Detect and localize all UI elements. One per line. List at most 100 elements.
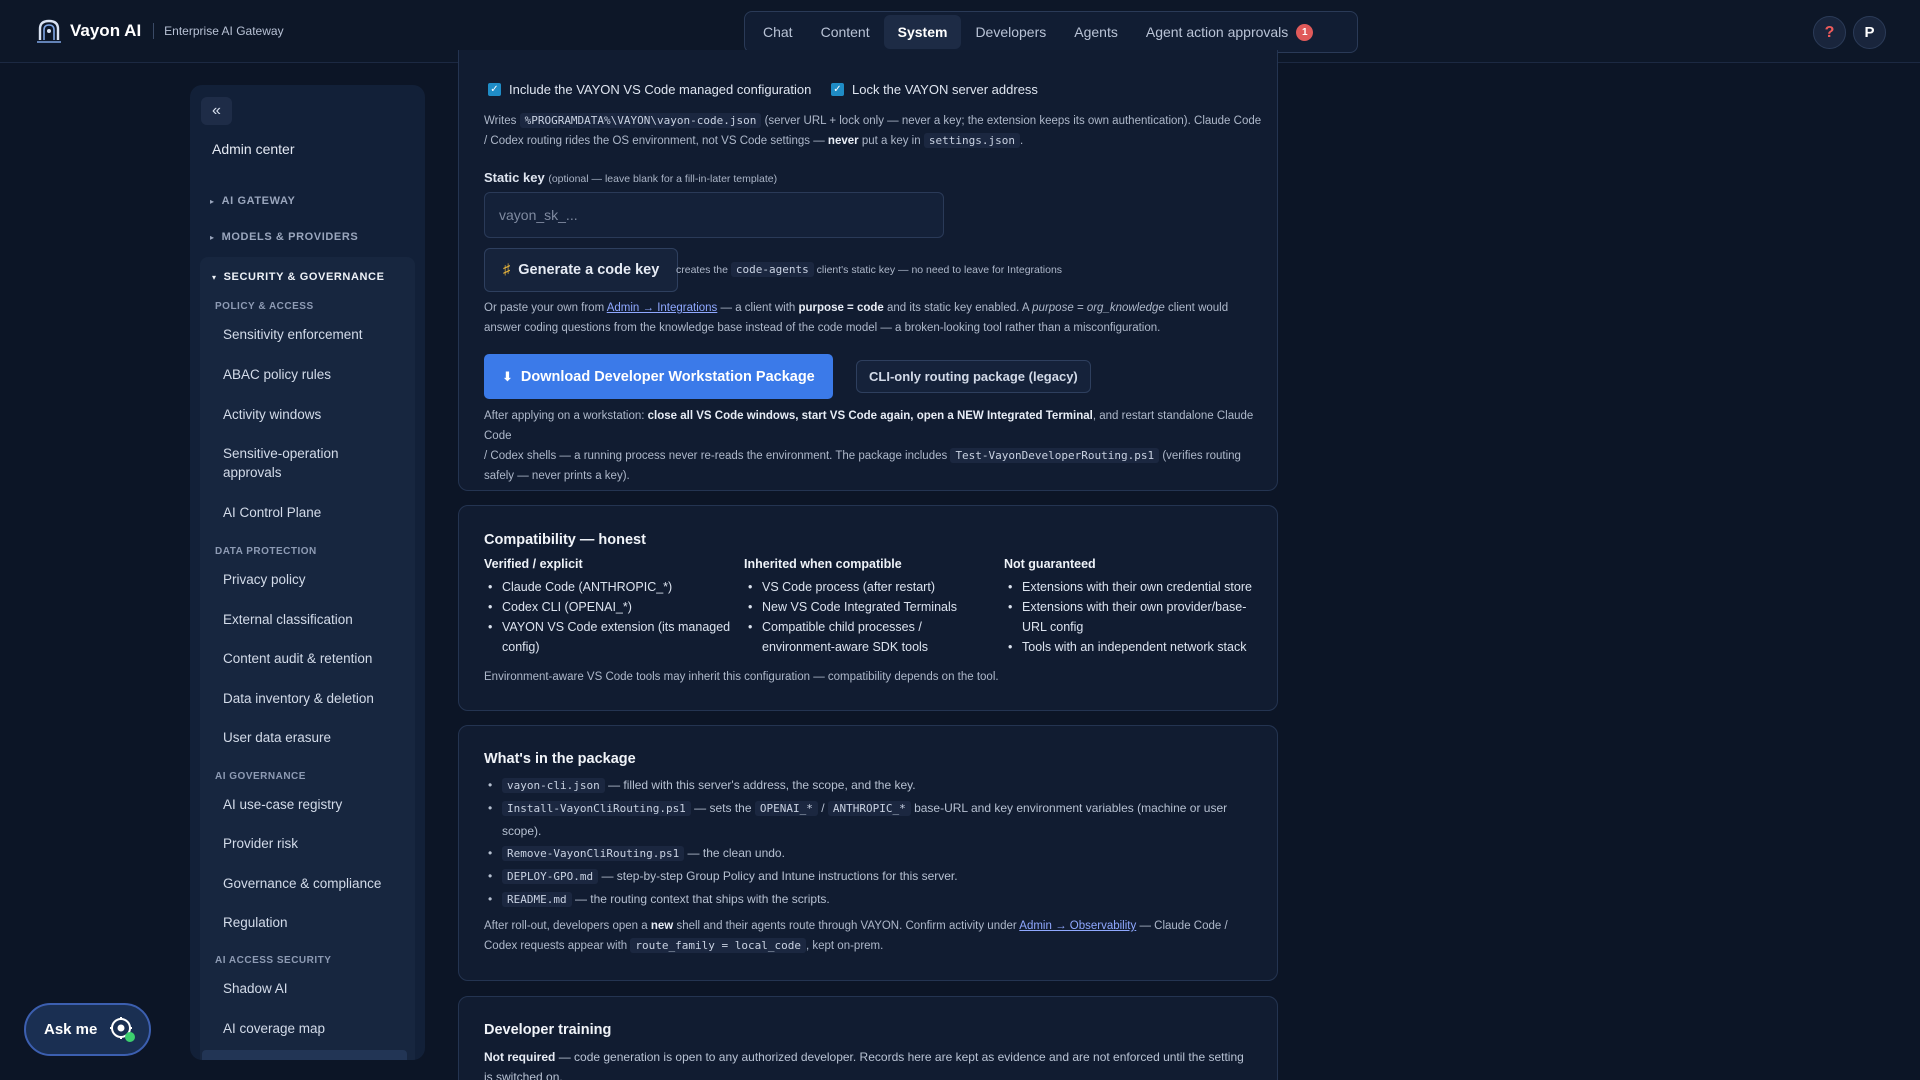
section-label: AI GATEWAY	[221, 195, 296, 207]
sidebar-item-provider-risk[interactable]: Provider risk	[223, 834, 403, 853]
generate-code-key-button[interactable]: ♯ Generate a code key	[484, 248, 679, 292]
checkbox-label: Lock the VAYON server address	[852, 82, 1038, 97]
sidebar-item-shadow-ai[interactable]: Shadow AI	[223, 979, 403, 998]
download-arrow-icon: ⬇	[502, 368, 513, 384]
list-item: Claude Code (ANTHROPIC_*)	[484, 577, 734, 597]
download-workstation-package-button[interactable]: ⬇ Download Developer Workstation Package	[484, 354, 833, 399]
sidebar-item-abac-policy-rules[interactable]: ABAC policy rules	[223, 365, 403, 384]
section-label: MODELS & PROVIDERS	[221, 231, 359, 243]
nav-content[interactable]: Content	[807, 15, 884, 49]
column-head: Not guaranteed	[1004, 557, 1096, 571]
list-item: Compatible child processes / environment…	[744, 617, 994, 657]
section-ai-gateway[interactable]: ▸ AI GATEWAY	[210, 195, 295, 207]
caret-right-icon: ▸	[210, 196, 215, 206]
list-item: Extensions with their own provider/base-…	[1004, 597, 1259, 637]
generate-key-note: creates the code-agents client's static …	[676, 262, 1063, 277]
compat-column-verified: Verified / explicit Claude Code (ANTHROP…	[484, 557, 734, 657]
approvals-count-badge: 1	[1296, 23, 1314, 41]
list-item: Remove-VayonCliRouting.ps1 — the clean u…	[484, 842, 1274, 865]
vayon-logo-icon	[37, 19, 61, 43]
settings-file-name: settings.json	[923, 133, 1020, 148]
active-sidebar-item[interactable]	[202, 1050, 407, 1060]
key-icon: ♯	[503, 262, 511, 278]
sidebar-item-sensitive-operation-approvals[interactable]: Sensitive-operation approvals	[223, 444, 363, 482]
list-item: Codex CLI (OPENAI_*)	[484, 597, 734, 617]
list-item: vayon-cli.json — filled with this server…	[484, 774, 1274, 797]
developer-training-title: Developer training	[484, 1022, 612, 1038]
sidebar-item-regulation[interactable]: Regulation	[223, 913, 403, 932]
compatibility-note: Environment-aware VS Code tools may inhe…	[484, 671, 999, 683]
package-contents-title: What's in the package	[484, 751, 636, 767]
nav-chat[interactable]: Chat	[749, 15, 807, 49]
list-item: New VS Code Integrated Terminals	[744, 597, 994, 617]
section-models-providers[interactable]: ▸ MODELS & PROVIDERS	[210, 231, 358, 243]
nav-agents[interactable]: Agents	[1060, 15, 1132, 49]
admin-center-title[interactable]: Admin center	[212, 141, 294, 157]
nav-agent-action-approvals[interactable]: Agent action approvals 1	[1132, 15, 1327, 49]
list-item: VS Code process (after restart)	[744, 577, 994, 597]
sidebar-item-privacy-policy[interactable]: Privacy policy	[223, 570, 403, 589]
compat-column-not-guaranteed: Not guaranteed Extensions with their own…	[1004, 557, 1259, 657]
brand-subtitle: Enterprise AI Gateway	[164, 24, 284, 38]
sidebar-item-sensitivity-enforcement[interactable]: Sensitivity enforcement	[223, 325, 403, 344]
sidebar-item-content-audit-retention[interactable]: Content audit & retention	[223, 649, 403, 668]
brand-name: Vayon AI	[70, 21, 142, 40]
group-data-protection: DATA PROTECTION	[215, 546, 317, 557]
sidebar-item-ai-coverage-map[interactable]: AI coverage map	[223, 1019, 403, 1038]
config-path: %PROGRAMDATA%\VAYON\vayon-code.json	[519, 113, 762, 128]
sidebar-item-data-inventory-deletion[interactable]: Data inventory & deletion	[223, 689, 403, 708]
list-item: VAYON VS Code extension (its managed con…	[484, 617, 734, 657]
compat-column-inherited: Inherited when compatible VS Code proces…	[744, 557, 994, 657]
caret-down-icon: ▾	[212, 272, 217, 282]
compatibility-title: Compatibility — honest	[484, 532, 646, 548]
assistant-bot-icon	[110, 1017, 135, 1042]
section-security-governance[interactable]: ▾ SECURITY & GOVERNANCE	[212, 271, 385, 283]
nav-system[interactable]: System	[883, 15, 962, 49]
static-key-input[interactable]: vayon_sk_...	[484, 192, 944, 238]
checkbox-checked-icon: ✓	[831, 83, 844, 96]
sidebar-item-governance-compliance[interactable]: Governance & compliance	[223, 874, 403, 893]
include-vscode-config-checkbox[interactable]: ✓ Include the VAYON VS Code managed conf…	[488, 82, 811, 97]
download-button-label: Download Developer Workstation Package	[520, 368, 815, 385]
section-label: SECURITY & GOVERNANCE	[223, 271, 385, 283]
admin-sidebar: « Admin center ▸ AI GATEWAY ▸ MODELS & P…	[190, 85, 425, 1060]
collapse-sidebar-button[interactable]: «	[201, 97, 232, 125]
list-item: Tools with an independent network stack	[1004, 637, 1259, 657]
main-nav: Chat Content System Developers Agents Ag…	[744, 11, 1358, 53]
rollout-note: After roll-out, developers open a new sh…	[484, 920, 1228, 953]
package-file-list: vayon-cli.json — filled with this server…	[484, 774, 1274, 911]
sidebar-item-user-data-erasure[interactable]: User data erasure	[223, 728, 403, 747]
sidebar-item-external-classification[interactable]: External classification	[223, 610, 403, 629]
nav-developers[interactable]: Developers	[961, 15, 1060, 49]
generate-code-key-label: Generate a code key	[518, 262, 660, 278]
brand-divider	[153, 23, 155, 39]
sidebar-item-ai-control-plane[interactable]: AI Control Plane	[223, 503, 403, 522]
help-icon[interactable]: ?	[1813, 16, 1846, 49]
checkbox-checked-icon: ✓	[488, 83, 501, 96]
admin-integrations-link[interactable]: Admin → Integrations	[607, 302, 718, 314]
column-head: Inherited when compatible	[744, 557, 902, 571]
after-applying-instructions: After applying on a workstation: close a…	[484, 410, 1254, 482]
writes-description: Writes %PROGRAMDATA%\VAYON\vayon-code.js…	[484, 113, 1262, 148]
developer-training-card: Developer training Not required — code g…	[458, 996, 1278, 1080]
ask-me-button[interactable]: Ask me	[24, 1003, 151, 1056]
list-item: Extensions with their own credential sto…	[1004, 577, 1259, 597]
sidebar-item-activity-windows[interactable]: Activity windows	[223, 405, 403, 424]
caret-right-icon: ▸	[210, 232, 215, 242]
group-ai-governance: AI GOVERNANCE	[215, 771, 306, 782]
package-contents-card: What's in the package vayon-cli.json — f…	[458, 725, 1278, 981]
list-item: Install-VayonCliRouting.ps1 — sets the O…	[484, 797, 1274, 842]
list-item: README.md — the routing context that shi…	[484, 888, 1274, 911]
checkbox-label: Include the VAYON VS Code managed config…	[509, 82, 812, 97]
group-ai-access-security: AI ACCESS SECURITY	[215, 955, 332, 966]
security-governance-panel: ▾ SECURITY & GOVERNANCE POLICY & ACCESS …	[200, 257, 415, 1060]
sidebar-item-ai-use-case-registry[interactable]: AI use-case registry	[223, 795, 403, 814]
ask-me-label: Ask me	[44, 1021, 98, 1038]
user-avatar[interactable]: P	[1853, 16, 1886, 49]
brand[interactable]: Vayon AI Enterprise AI Gateway	[34, 16, 284, 46]
list-item: DEPLOY-GPO.md — step-by-step Group Polic…	[484, 865, 1274, 888]
cli-only-package-button[interactable]: CLI-only routing package (legacy)	[856, 360, 1091, 393]
group-policy-access: POLICY & ACCESS	[215, 301, 314, 312]
admin-observability-link[interactable]: Admin → Observability	[1019, 920, 1136, 932]
lock-server-address-checkbox[interactable]: ✓ Lock the VAYON server address	[831, 82, 1038, 97]
